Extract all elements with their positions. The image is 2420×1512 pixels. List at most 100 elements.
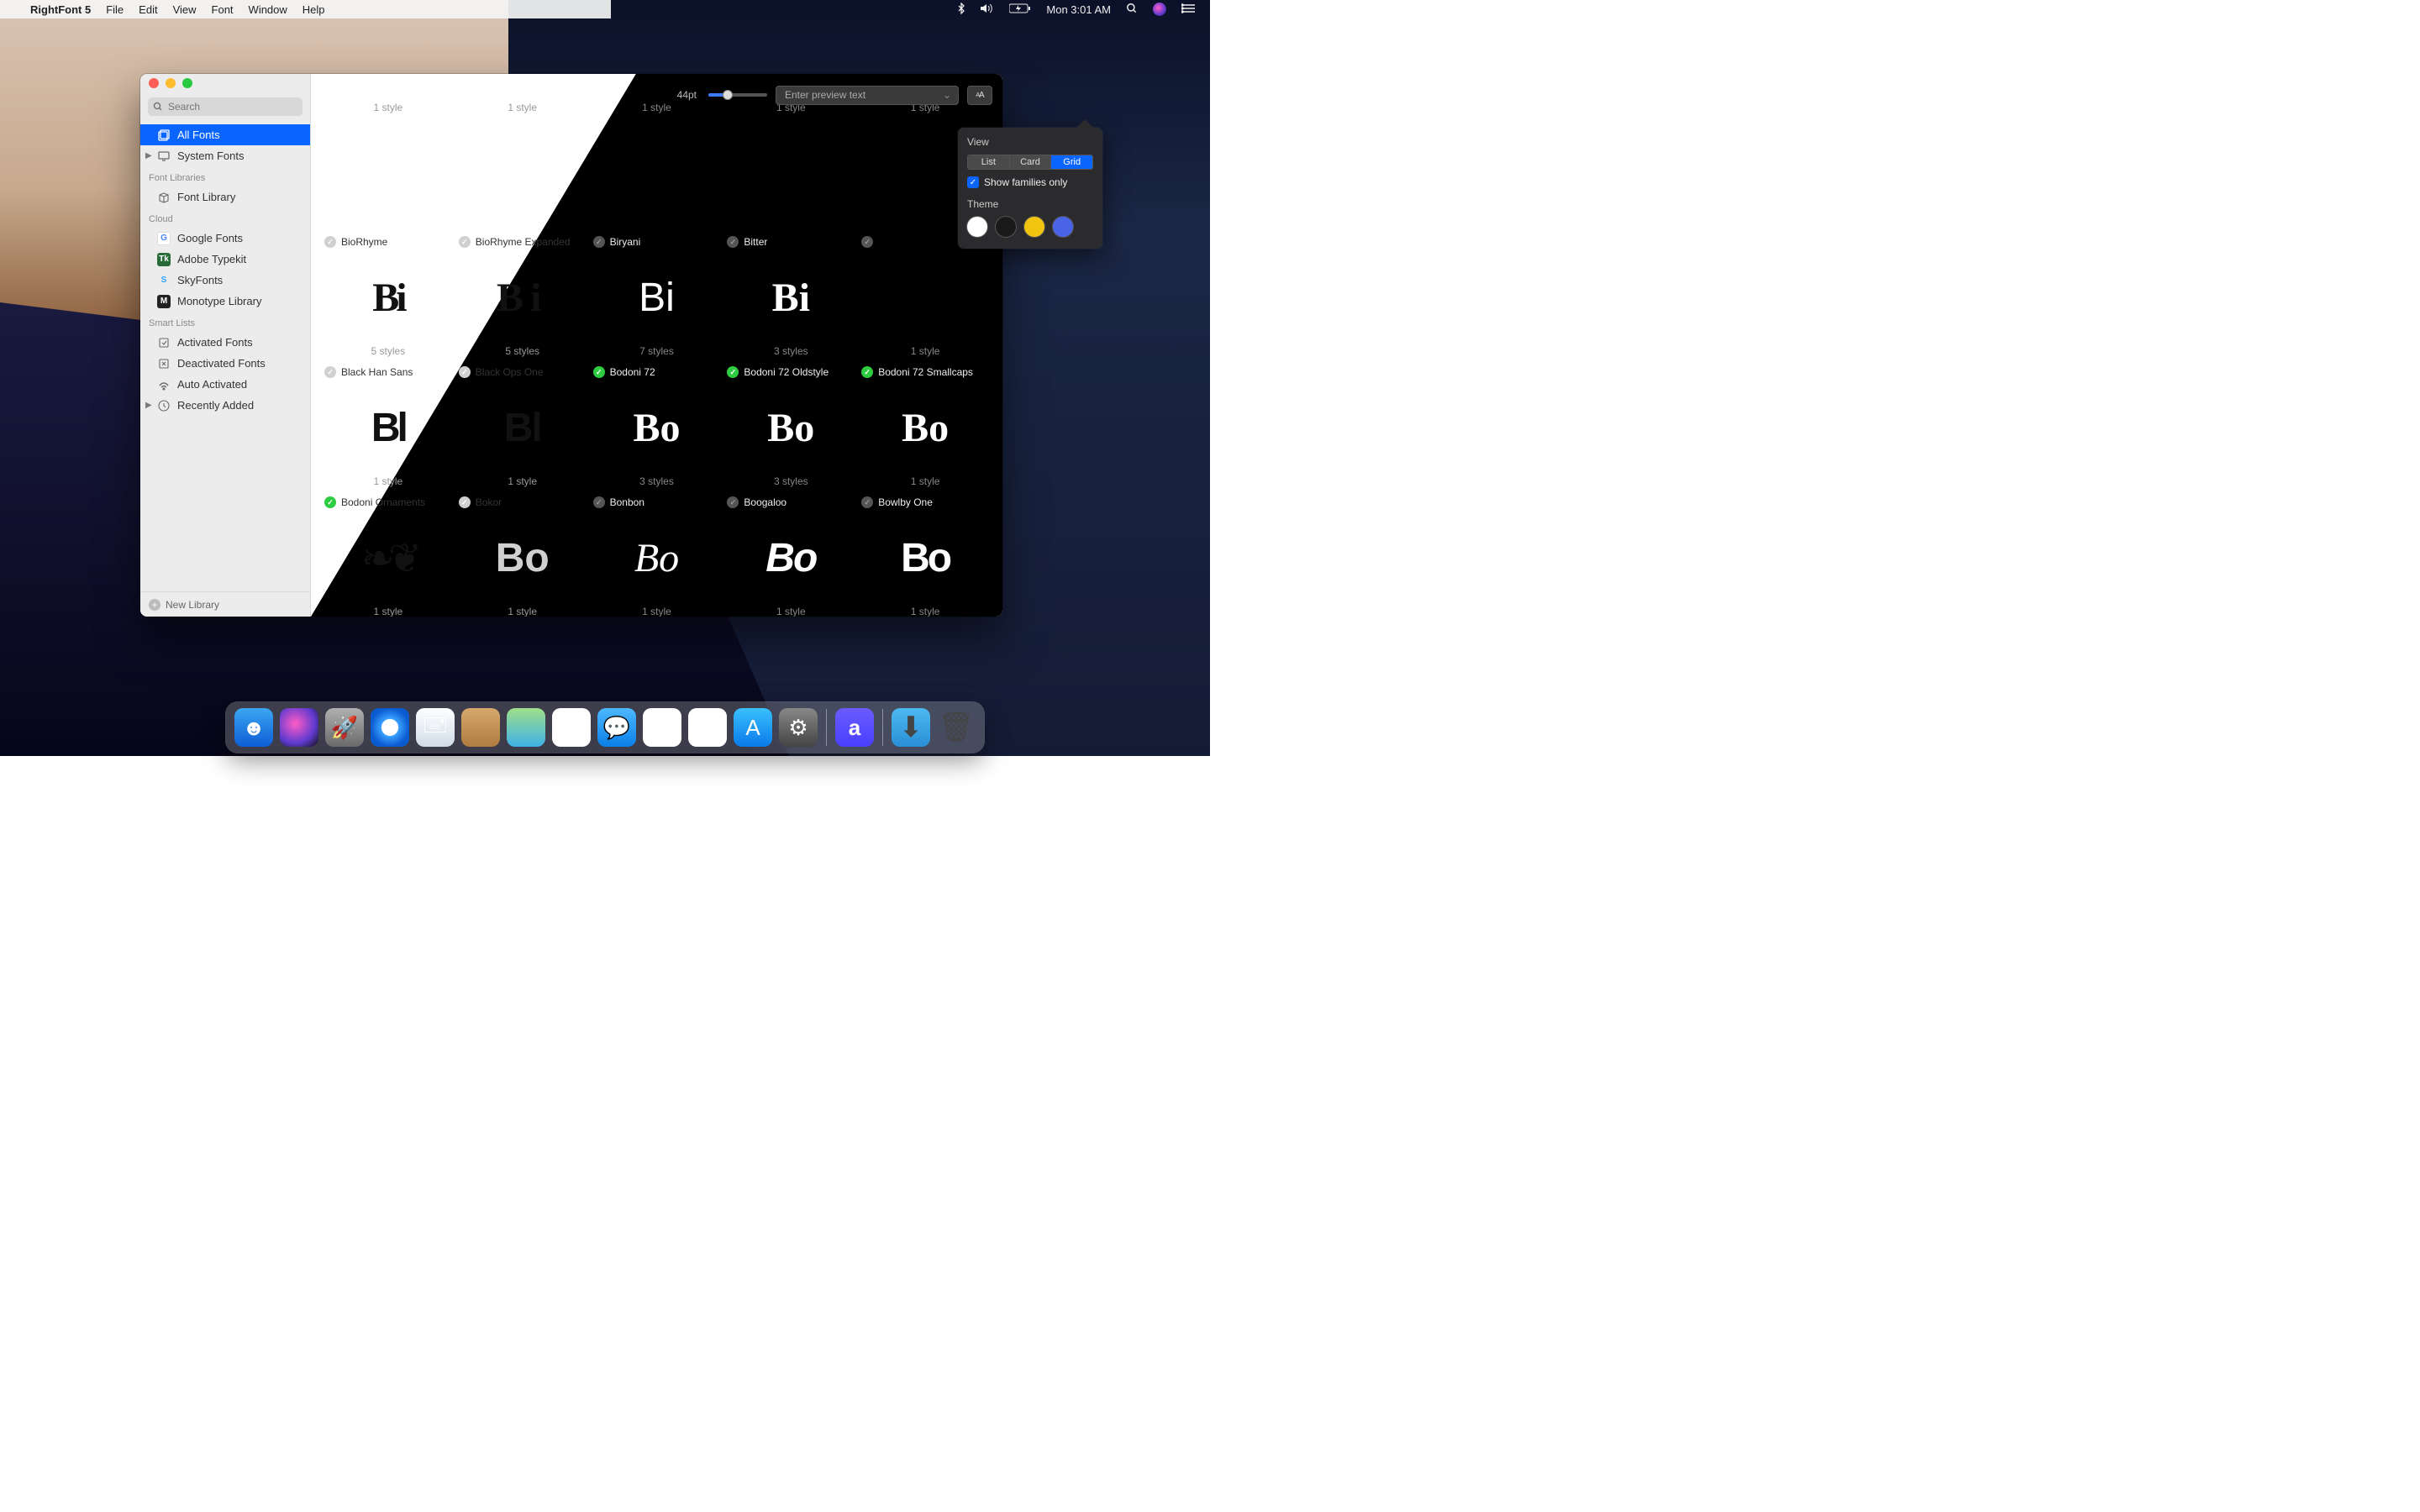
theme-swatch[interactable]: [1053, 217, 1073, 237]
dock-app-preferences[interactable]: ⚙: [779, 708, 818, 747]
plus-icon: +: [149, 599, 160, 611]
inactive-badge-icon: ✓: [593, 496, 605, 508]
font-card[interactable]: ✓Bodoni 72 OldstyleBo3 styles: [723, 362, 858, 492]
siri-icon[interactable]: [1153, 3, 1166, 16]
font-preview: Bo: [858, 511, 992, 606]
font-card[interactable]: ✓Bowlby OneBo1 style: [858, 492, 992, 617]
minimize-button[interactable]: [166, 78, 176, 88]
sidebar-item-google-fonts[interactable]: G Google Fonts: [140, 228, 310, 249]
font-preview: Bl: [455, 381, 590, 475]
zoom-button[interactable]: [182, 78, 192, 88]
sidebar-item-system-fonts[interactable]: ▶ System Fonts: [140, 145, 310, 166]
dock-app-messages[interactable]: 💬: [597, 708, 636, 747]
menu-edit[interactable]: Edit: [139, 3, 157, 16]
sidebar-item-label: Font Library: [177, 191, 235, 203]
spotlight-icon[interactable]: [1126, 3, 1138, 17]
menu-window[interactable]: Window: [249, 3, 287, 16]
battery-icon[interactable]: [1009, 3, 1031, 16]
dock-app-siri[interactable]: [280, 708, 318, 747]
dock-app-finder[interactable]: ☻: [234, 708, 273, 747]
dock-app-photos[interactable]: ✿: [552, 708, 591, 747]
dock-app-launchpad[interactable]: 🚀: [325, 708, 364, 747]
theme-swatch[interactable]: [1024, 217, 1044, 237]
sidebar-item-label: Google Fonts: [177, 232, 243, 244]
preview-text-input[interactable]: Enter preview text ⌄: [776, 86, 959, 105]
show-families-only-toggle[interactable]: ✓ Show families only: [967, 176, 1093, 188]
volume-icon[interactable]: [981, 3, 994, 16]
wifi-icon: [157, 378, 171, 391]
notification-center-icon[interactable]: [1181, 3, 1195, 16]
font-style-count: 3 styles: [723, 475, 858, 492]
dock-app-trash[interactable]: 🗑: [937, 708, 976, 747]
font-preview: Bl: [321, 381, 455, 475]
segment-grid[interactable]: Grid: [1051, 155, 1092, 169]
menu-help[interactable]: Help: [302, 3, 325, 16]
view-options-button[interactable]: AAAA: [967, 86, 992, 105]
sidebar-item-auto-activated[interactable]: Auto Activated: [140, 374, 310, 395]
box-icon: [157, 191, 171, 204]
bluetooth-icon[interactable]: [957, 3, 965, 17]
font-preview: Bo: [590, 511, 724, 606]
sidebar-item-recently-added[interactable]: ▶ Recently Added: [140, 395, 310, 416]
size-slider[interactable]: [708, 93, 767, 97]
font-card[interactable]: ✓Black Ops OneBl1 style: [455, 362, 590, 492]
view-mode-segmented[interactable]: List Card Grid: [967, 155, 1093, 170]
dock-separator: [882, 709, 883, 746]
dock-app-downloads[interactable]: ⬇: [892, 708, 930, 747]
skyfonts-icon: S: [157, 274, 171, 287]
sidebar-item-label: Recently Added: [177, 399, 254, 412]
font-name: Black Han Sans: [341, 366, 413, 378]
close-button[interactable]: [149, 78, 159, 88]
dock-app-rightfont[interactable]: a: [835, 708, 874, 747]
font-card[interactable]: ✓BokorBo1 style: [455, 492, 590, 617]
sidebar-item-deactivated[interactable]: Deactivated Fonts: [140, 353, 310, 374]
font-card[interactable]: ✓BioRhymeBi5 styles: [321, 232, 455, 362]
font-card[interactable]: ✓1 style: [858, 232, 992, 362]
font-preview: ❧❦: [321, 511, 455, 606]
dock-app-mail[interactable]: 🖃: [416, 708, 455, 747]
font-card[interactable]: ✓Bodoni Ornaments❧❦1 style: [321, 492, 455, 617]
menu-view[interactable]: View: [173, 3, 197, 16]
new-library-button[interactable]: + New Library: [140, 591, 310, 617]
sidebar-item-all-fonts[interactable]: All Fonts: [140, 124, 310, 145]
sidebar-item-activated[interactable]: Activated Fonts: [140, 332, 310, 353]
font-card[interactable]: ✓BonbonBo1 style: [590, 492, 724, 617]
sidebar-item-adobe-typekit[interactable]: Tk Adobe Typekit: [140, 249, 310, 270]
font-card[interactable]: ✓BioRhyme ExpandedBi5 styles: [455, 232, 590, 362]
font-card[interactable]: ✓BitterBi3 styles: [723, 232, 858, 362]
theme-swatch[interactable]: [996, 217, 1016, 237]
clock[interactable]: Mon 3:01 AM: [1046, 3, 1111, 16]
toolbar: 44pt Enter preview text ⌄ AAAA: [311, 74, 1002, 116]
menu-font[interactable]: Font: [212, 3, 234, 16]
menubar: RightFont 5 File Edit View Font Window H…: [0, 0, 1210, 18]
dock-app-safari[interactable]: [371, 708, 409, 747]
font-card[interactable]: ✓Black Han SansBl1 style: [321, 362, 455, 492]
monotype-icon: M: [157, 295, 171, 308]
dock-app-music[interactable]: ♫: [688, 708, 727, 747]
theme-swatch[interactable]: [967, 217, 987, 237]
slider-handle[interactable]: [723, 90, 733, 100]
menu-file[interactable]: File: [106, 3, 124, 16]
dock-app-maps[interactable]: [507, 708, 545, 747]
dock-app-news[interactable]: N: [643, 708, 681, 747]
inactive-badge-icon: ✓: [593, 236, 605, 248]
segment-list[interactable]: List: [968, 155, 1010, 169]
search-input[interactable]: [148, 97, 302, 116]
dock-app-appstore[interactable]: A: [734, 708, 772, 747]
segment-card[interactable]: Card: [1010, 155, 1052, 169]
preview-placeholder: Enter preview text: [785, 89, 865, 101]
font-card[interactable]: ✓BoogalooBo1 style: [723, 492, 858, 617]
sidebar-item-monotype[interactable]: M Monotype Library: [140, 291, 310, 312]
app-name[interactable]: RightFont 5: [30, 3, 91, 16]
font-name: Bodoni 72: [610, 366, 655, 378]
sidebar-item-label: SkyFonts: [177, 274, 223, 286]
font-card[interactable]: ✓Bodoni 72 SmallcapsBo1 style: [858, 362, 992, 492]
sidebar-item-font-library[interactable]: Font Library: [140, 186, 310, 207]
font-card[interactable]: ✓BiryaniBi7 styles: [590, 232, 724, 362]
font-style-count: 1 style: [858, 345, 992, 362]
font-card[interactable]: ✓Bodoni 72Bo3 styles: [590, 362, 724, 492]
font-name: Bokor: [476, 496, 502, 508]
font-style-count: 3 styles: [590, 475, 724, 492]
sidebar-item-skyfonts[interactable]: S SkyFonts: [140, 270, 310, 291]
dock-app-contacts[interactable]: [461, 708, 500, 747]
